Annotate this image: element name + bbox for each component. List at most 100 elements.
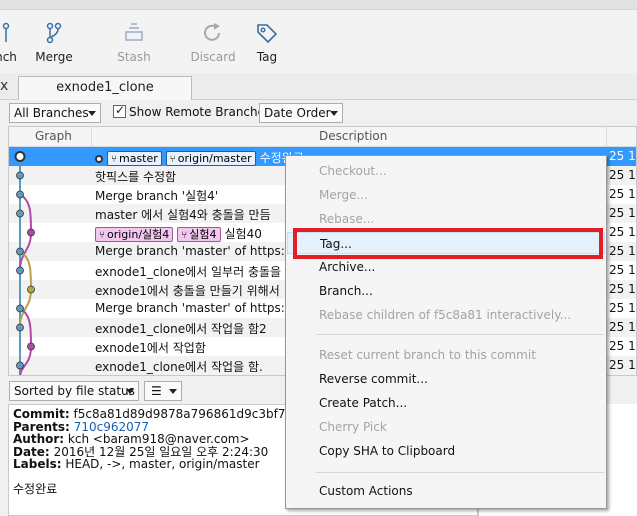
labels-key: Labels: — [13, 457, 62, 471]
sort-dropdown[interactable]: Sorted by file status — [9, 381, 139, 401]
branch-badge-label: origin/master — [177, 152, 252, 165]
discard-icon — [204, 23, 220, 41]
tab-exnode1-clone[interactable]: exnode1_clone — [18, 76, 192, 100]
commit-date: 25 12 — [609, 263, 636, 277]
merge-button-label: Merge — [35, 50, 73, 64]
commit-message-text: exnode1_clone에서 일부러 충돌을 — [95, 265, 282, 279]
tag-icon — [257, 24, 278, 44]
commit-date: 25 12 — [609, 244, 636, 258]
order-dropdown[interactable]: Date Order — [259, 103, 343, 123]
branch-badge: ⑂ origin/실험4 — [95, 227, 174, 242]
commit-description: exnode1에서 작업함 — [95, 339, 206, 356]
menu-item-rebase-children[interactable]: Rebase children of f5c8a81 interactively… — [287, 304, 605, 326]
menu-item-create-patch[interactable]: Create Patch... — [287, 392, 605, 414]
menu-item-checkout[interactable]: Checkout... — [287, 160, 605, 182]
menu-item-rebase[interactable]: Rebase... — [287, 208, 605, 230]
history-header: Graph Description — [9, 127, 636, 147]
commit-node[interactable] — [16, 247, 24, 256]
branch-icon: ⑂ — [111, 154, 117, 165]
stash-button[interactable]: Stash — [114, 22, 154, 70]
commit-message-text: Merge branch 'master' of https://gi — [95, 301, 304, 315]
commit-date: 25 12 — [609, 206, 636, 220]
branch-badge: ⑂ master — [107, 151, 162, 166]
commit-node[interactable] — [16, 361, 24, 370]
menu-item-custom-actions[interactable]: Custom Actions — [287, 480, 605, 502]
commit-node[interactable] — [16, 171, 24, 180]
column-divider[interactable] — [606, 127, 607, 147]
commit-description: exnode1_clone에서 작업을 함. — [95, 358, 263, 375]
context-menu: Checkout... Merge... Rebase... Tag... Archiv… — [285, 155, 607, 509]
commit-date: 25 12 — [609, 225, 636, 239]
menu-item-merge[interactable]: Merge... — [287, 184, 605, 206]
chevron-down-icon — [88, 111, 96, 116]
title-strip — [0, 0, 637, 10]
file-status-bar: Sorted by file status ☰ — [0, 378, 290, 404]
menu-separator — [316, 334, 604, 335]
branch-icon: ⑂ — [181, 230, 188, 241]
tag-menu-highlight-box — [293, 228, 603, 259]
commit-node[interactable] — [27, 228, 35, 237]
checkbox-checked-icon — [113, 103, 126, 118]
commit-description: master 에서 실험4와 충돌을 만듬 — [95, 206, 271, 223]
branches-filter-dropdown[interactable]: All Branches — [9, 103, 101, 123]
sort-value: Sorted by file status — [14, 384, 135, 398]
commit-node[interactable] — [27, 342, 35, 351]
commit-node[interactable] — [16, 266, 24, 275]
view-mode-dropdown[interactable]: ☰ — [144, 381, 182, 401]
order-value: Date Order — [264, 106, 331, 120]
commit-message-text: exnode1에서 충돌을 만들기 위해서 — [95, 284, 280, 298]
menu-item-branch[interactable]: Branch... — [287, 280, 605, 302]
commit-description: Merge branch 'master' of https://gi — [95, 301, 304, 315]
commit-node[interactable] — [14, 151, 26, 162]
commit-message-text: 실험40 — [224, 227, 262, 241]
commit-message-text: master 에서 실험4와 충돌을 만듬 — [95, 208, 271, 222]
tag-button[interactable]: Tag — [252, 22, 282, 70]
commit-date: 25 12 — [609, 358, 636, 372]
commit-message-text: exnode1에서 작업함 — [95, 341, 206, 355]
stash-icon — [125, 23, 143, 41]
commit-graph — [14, 151, 35, 375]
commit-description: exnode1_clone에서 작업을 함2 — [95, 320, 267, 337]
column-divider[interactable] — [91, 127, 92, 147]
commit-date: 25 12 — [609, 339, 636, 353]
commit-message-text: exnode1_clone에서 작업을 함. — [95, 360, 263, 374]
menu-separator — [316, 472, 604, 473]
commit-message-text: Merge branch '실험4' — [95, 189, 219, 203]
commit-node[interactable] — [27, 285, 35, 294]
graph-column-header[interactable]: Graph — [35, 129, 72, 143]
commit-node[interactable] — [16, 304, 24, 313]
show-remote-branches-checkbox[interactable]: Show Remote Branches — [113, 103, 271, 121]
close-tab-icon[interactable]: x — [0, 79, 10, 93]
merge-button[interactable]: Merge — [34, 22, 74, 70]
commit-date: 25 12 — [609, 282, 636, 296]
labels-value: HEAD, ->, master, origin/master — [65, 457, 260, 471]
tab-bar: x exnode1_clone — [0, 73, 637, 100]
list-view-icon: ☰ — [151, 384, 162, 398]
branch-icon: ⑂ — [99, 230, 105, 241]
stash-button-label: Stash — [117, 50, 151, 64]
menu-item-reverse-commit[interactable]: Reverse commit... — [287, 368, 605, 390]
commit-date: 25 12 — [609, 168, 636, 182]
description-column-header[interactable]: Description — [319, 129, 387, 143]
discard-button[interactable]: Discard — [190, 22, 236, 70]
merge-icon — [46, 22, 62, 44]
menu-item-copy-sha[interactable]: Copy SHA to Clipboard — [287, 440, 605, 462]
commit-description: ⑂ master ⑂ origin/master 수정완료 — [95, 149, 304, 166]
commit-description: 핫픽스를 수정함 — [95, 168, 176, 185]
menu-item-archive[interactable]: Archive... — [287, 256, 605, 278]
menu-item-cherry-pick[interactable]: Cherry Pick — [287, 416, 605, 438]
commit-node[interactable] — [16, 323, 24, 332]
branch-icon: ⑂ — [169, 154, 176, 165]
commit-date: 25 12 — [609, 149, 636, 163]
menu-item-reset-current-branch[interactable]: Reset current branch to this commit — [287, 344, 605, 366]
branch-badge: ⑂ origin/master — [165, 151, 256, 166]
discard-button-label: Discard — [190, 50, 236, 64]
branch-button[interactable]: nch — [0, 22, 26, 70]
branch-badge-label: master — [119, 152, 158, 165]
commit-date: 25 12 — [609, 301, 636, 315]
commit-description: exnode1에서 충돌을 만들기 위해서 — [95, 282, 280, 299]
commit-node[interactable] — [16, 209, 24, 218]
commit-node[interactable] — [16, 190, 24, 199]
commit-description: exnode1_clone에서 일부러 충돌을 — [95, 263, 281, 280]
commit-message-text: 핫픽스를 수정함 — [95, 170, 177, 184]
